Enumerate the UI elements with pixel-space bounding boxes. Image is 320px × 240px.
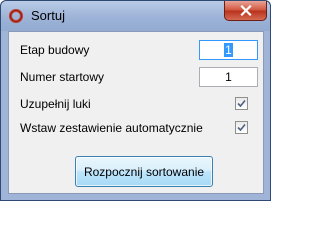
start-number-input-value: 1 bbox=[225, 70, 232, 84]
stage-input-value: 1 bbox=[224, 43, 233, 57]
stage-input[interactable]: 1 bbox=[199, 40, 258, 60]
start-sorting-button[interactable]: Rozpocznij sortowanie bbox=[75, 156, 213, 187]
dialog-window: Sortuj Etap budowy 1 Numer startowy 1 Uz… bbox=[0, 0, 271, 201]
auto-summary-checkbox[interactable] bbox=[235, 121, 248, 134]
title-bar[interactable]: Sortuj bbox=[1, 1, 270, 31]
close-x-icon bbox=[239, 5, 252, 16]
auto-summary-label: Wstaw zestawienie automatycznie bbox=[20, 121, 203, 135]
checkmark-icon bbox=[237, 99, 246, 108]
fill-gaps-checkbox[interactable] bbox=[235, 97, 248, 110]
app-ring-icon bbox=[9, 9, 23, 23]
close-button[interactable] bbox=[224, 1, 267, 21]
start-number-input[interactable]: 1 bbox=[199, 67, 258, 87]
start-sorting-button-label: Rozpocznij sortowanie bbox=[83, 164, 205, 179]
start-number-label: Numer startowy bbox=[20, 70, 105, 84]
checkmark-icon bbox=[237, 123, 246, 132]
fill-gaps-label: Uzupełnij luki bbox=[20, 97, 91, 111]
window-title: Sortuj bbox=[31, 8, 65, 23]
dialog-content: Etap budowy 1 Numer startowy 1 Uzupełnij… bbox=[8, 31, 264, 194]
stage-label: Etap budowy bbox=[20, 43, 90, 57]
